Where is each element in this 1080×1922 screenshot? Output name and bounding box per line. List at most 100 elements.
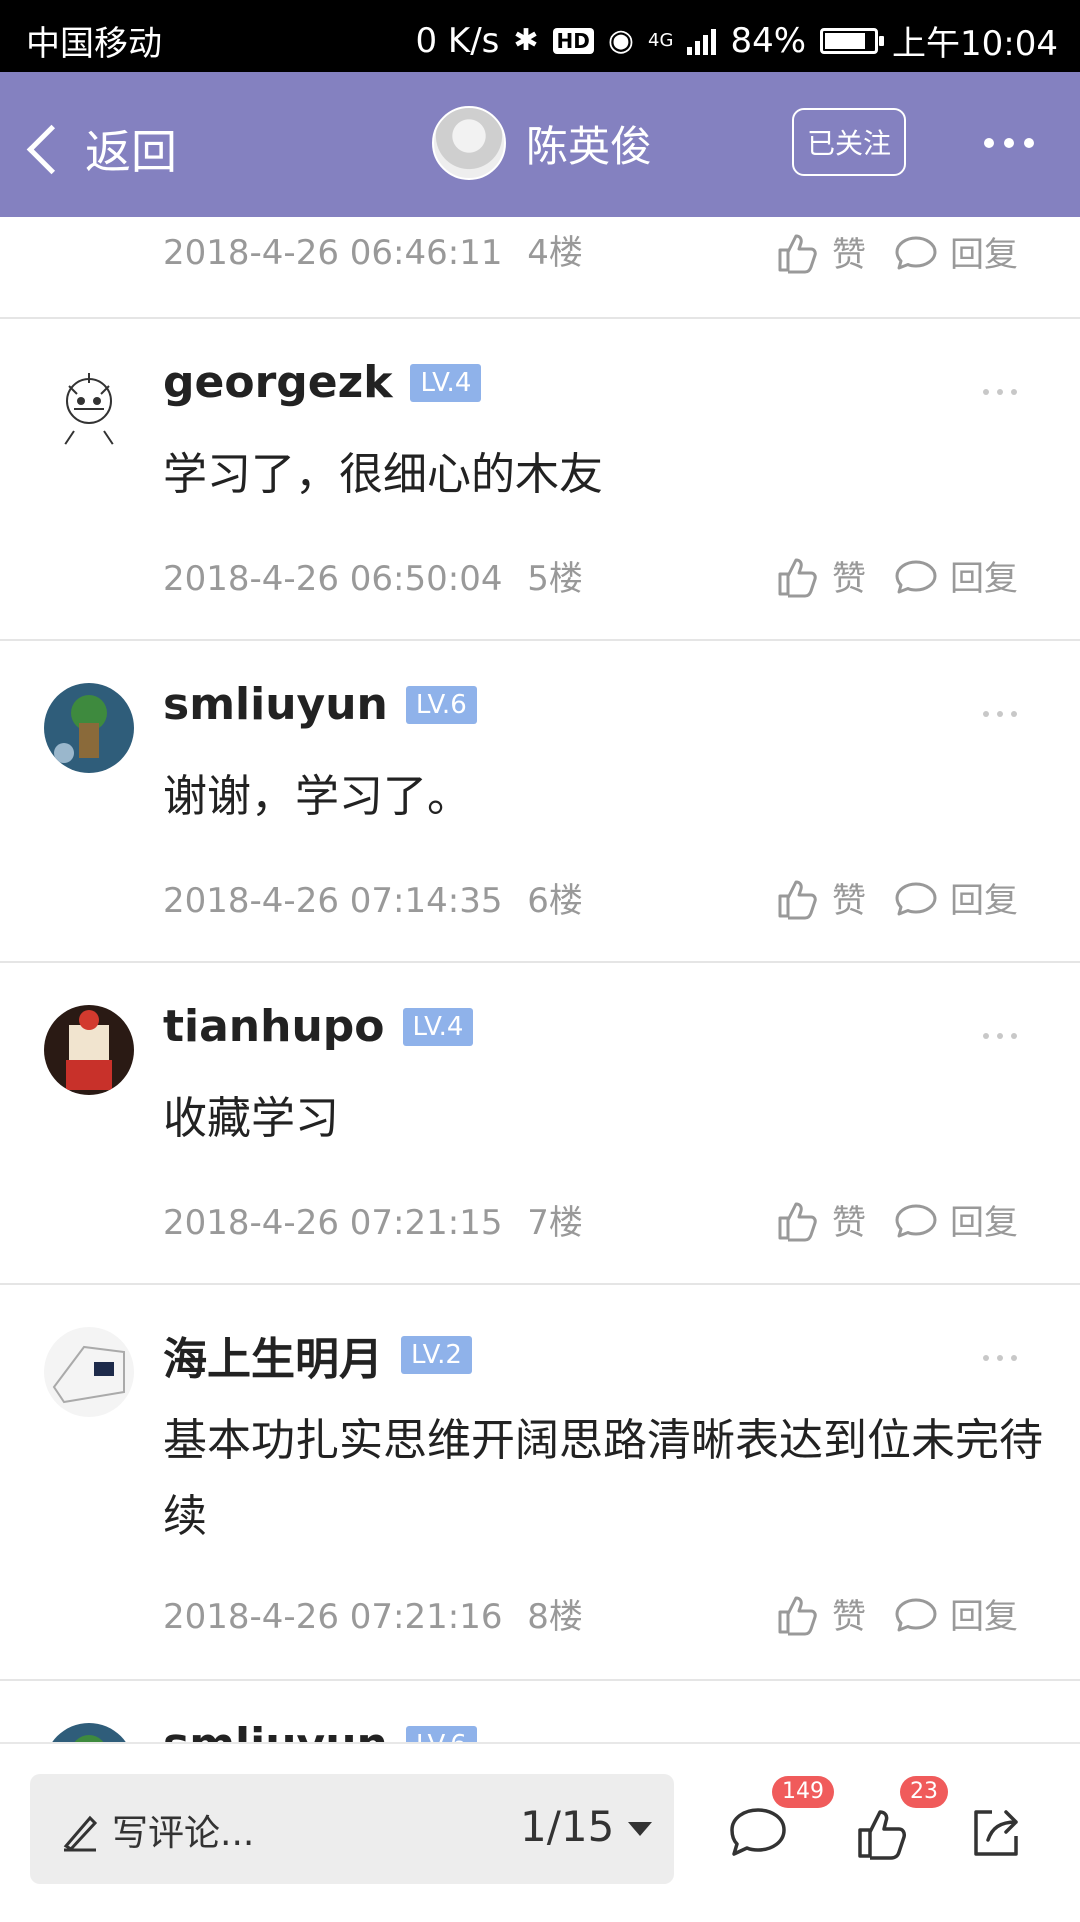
reply-label: 回复 (950, 1203, 1018, 1243)
battery-icon (820, 27, 885, 54)
thumbs-up-icon (778, 1596, 817, 1635)
author-avatar[interactable] (432, 106, 506, 180)
comment-floor: 8楼 (527, 1597, 583, 1637)
username[interactable]: smliuyun (163, 1719, 388, 1742)
thumbs-up-icon (778, 1202, 817, 1241)
like-button[interactable]: 赞 (776, 551, 866, 600)
network-type-icon: 4G (648, 30, 674, 51)
user-avatar[interactable] (44, 683, 134, 773)
comment-floor: 4楼 (527, 233, 583, 273)
comment-timestamp: 2018-4-26 07:14:35 (163, 881, 503, 921)
comment-timestamp: 2018-4-26 06:50:04 (163, 559, 503, 599)
status-bar: 中国移动 0 K/s ✱ HD ◉ 4G 84% 上午10:04 (0, 0, 1080, 72)
comment-count-badge: 149 (772, 1776, 834, 1808)
like-label: 赞 (832, 881, 866, 921)
comment-item: georgezk LV.4 学习了，很细心的木友 2018-4-26 06:50… (0, 319, 1080, 641)
comment-timestamp: 2018-4-26 07:21:15 (163, 1203, 503, 1243)
comment-bubble-icon (895, 560, 937, 593)
comment-list: 2018-4-26 06:46:11 4楼 赞 回复 georgezk LV.4… (0, 217, 1080, 1742)
thumbs-up-icon (778, 880, 817, 919)
back-button[interactable]: 返回 (20, 116, 177, 182)
clock: 上午10:04 (892, 24, 1058, 64)
thumbs-up-icon (778, 234, 817, 273)
like-label: 赞 (832, 235, 866, 275)
reply-button[interactable]: 回复 (894, 1589, 1018, 1638)
carrier-label: 中国移动 (26, 24, 162, 64)
username[interactable]: tianhupo (163, 1001, 385, 1052)
reply-button[interactable]: 回复 (894, 551, 1018, 600)
back-label: 返回 (85, 125, 177, 179)
username[interactable]: georgezk (163, 357, 392, 408)
share-button[interactable] (968, 1804, 1024, 1864)
user-avatar[interactable] (44, 1005, 134, 1095)
comment-timestamp: 2018-4-26 07:21:16 (163, 1597, 503, 1637)
comment-floor: 7楼 (527, 1203, 583, 1243)
comment-text: 谢谢，学习了。 (163, 771, 471, 822)
more-icon[interactable] (983, 389, 1017, 395)
reply-label: 回复 (950, 881, 1018, 921)
more-icon[interactable] (983, 1355, 1017, 1361)
more-icon[interactable] (984, 138, 1034, 148)
level-badge: LV.4 (410, 363, 482, 402)
author-info[interactable]: 陈英俊 (432, 106, 652, 180)
comment-bubble-icon (730, 1808, 786, 1856)
reply-button[interactable]: 回复 (894, 873, 1018, 922)
user-avatar[interactable] (44, 1327, 134, 1417)
comment-text: 学习了，很细心的木友 (163, 449, 603, 500)
chevron-left-icon (26, 124, 77, 174)
pencil-icon (63, 1815, 98, 1852)
thumbs-up-icon (858, 1810, 906, 1860)
comment-item: smliuyun LV.6 (0, 1681, 1080, 1742)
follow-button[interactable]: 已关注 (792, 108, 906, 176)
like-label: 赞 (832, 1597, 866, 1637)
share-icon (974, 1810, 1018, 1856)
comment-item: smliuyun LV.6 谢谢，学习了。 2018-4-26 07:14:35… (0, 641, 1080, 963)
username[interactable]: smliuyun (163, 679, 388, 730)
reply-label: 回复 (950, 559, 1018, 599)
comment-bubble-icon (895, 1598, 937, 1631)
more-icon[interactable] (983, 1033, 1017, 1039)
author-name: 陈英俊 (526, 121, 653, 171)
comment-floor: 5楼 (527, 559, 583, 599)
like-button[interactable]: 赞 (776, 1589, 866, 1638)
bluetooth-icon: ✱ (513, 23, 539, 58)
user-avatar[interactable] (44, 1723, 134, 1742)
comment-floor: 6楼 (527, 881, 583, 921)
signal-icon (687, 27, 717, 55)
eye-icon: ◉ (607, 23, 635, 58)
comment-bubble-icon (895, 882, 937, 915)
reply-button[interactable]: 回复 (894, 1195, 1018, 1244)
caret-down-icon[interactable] (628, 1822, 652, 1836)
level-badge: LV.6 (405, 1725, 477, 1742)
comments-button[interactable] (728, 1804, 788, 1864)
like-count-badge: 23 (900, 1776, 948, 1808)
status-icons: 0 K/s ✱ HD ◉ 4G 84% 上午10:04 (415, 16, 1058, 65)
comment-item: 海上生明月 LV.2 基本功扎实思维开阔思路清晰表达到位未完待续 2018-4-… (0, 1285, 1080, 1681)
write-comment-placeholder: 写评论... (112, 1813, 255, 1854)
username[interactable]: 海上生明月 (163, 1323, 383, 1387)
thumbs-up-icon (778, 558, 817, 597)
network-speed: 0 K/s (415, 20, 500, 61)
like-label: 赞 (832, 559, 866, 599)
like-label: 赞 (832, 1203, 866, 1243)
like-button[interactable]: 赞 (776, 1195, 866, 1244)
page-indicator[interactable]: 1/15 (520, 1802, 614, 1851)
like-button[interactable]: 赞 (776, 227, 866, 276)
comment-text: 基本功扎实思维开阔思路清晰表达到位未完待续 (163, 1415, 1043, 1542)
comment-text: 收藏学习 (163, 1093, 339, 1144)
write-comment-input[interactable]: 写评论... 1/15 (30, 1774, 674, 1884)
more-icon[interactable] (983, 711, 1017, 717)
battery-percent: 84% (730, 20, 807, 61)
reply-label: 回复 (950, 1597, 1018, 1637)
user-avatar[interactable] (44, 361, 134, 451)
level-badge: LV.2 (401, 1336, 472, 1374)
comment-bubble-icon (895, 1204, 937, 1237)
like-button[interactable]: 赞 (776, 873, 866, 922)
bottom-bar: 写评论... 1/15 149 23 (0, 1742, 1080, 1922)
reply-label: 回复 (950, 235, 1018, 275)
reply-button[interactable]: 回复 (894, 227, 1018, 276)
comment-timestamp: 2018-4-26 06:46:11 (163, 233, 503, 273)
hd-icon: HD (552, 27, 594, 54)
like-button[interactable] (856, 1804, 912, 1864)
nav-bar: 返回 陈英俊 已关注 (0, 72, 1080, 217)
